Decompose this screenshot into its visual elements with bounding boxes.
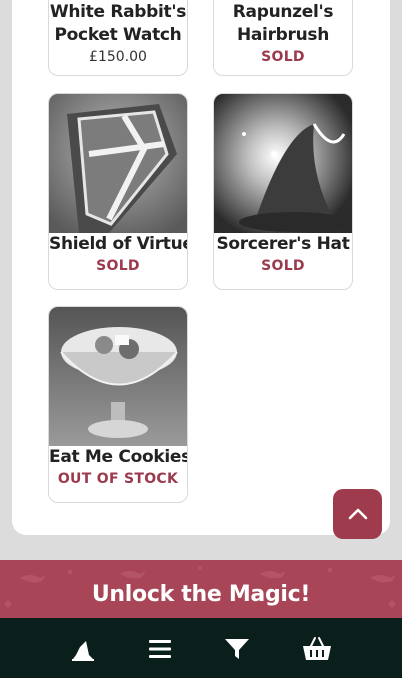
product-name: Sorcerer's Hat <box>216 234 350 254</box>
shield-image <box>49 94 187 233</box>
sold-status: SOLD <box>261 49 305 65</box>
filter-icon <box>225 639 249 659</box>
scroll-to-top-button[interactable] <box>333 489 382 539</box>
wizard-hat-icon <box>72 641 94 661</box>
product-name: Shield of Virtue <box>49 234 188 254</box>
product-card-eat-me-cookies[interactable]: Eat Me Cookies OUT OF STOCK <box>48 306 188 503</box>
product-card-pocket-watch[interactable]: White Rabbit's Pocket Watch £150.00 <box>48 0 188 76</box>
cookies-bowl-image <box>49 307 187 446</box>
basket-nav-button[interactable] <box>302 634 332 664</box>
promo-banner[interactable]: Unlock the Magic! <box>0 560 402 620</box>
product-price: £150.00 <box>89 49 147 65</box>
menu-nav-button[interactable] <box>145 634 175 664</box>
chevron-up-icon <box>348 508 367 520</box>
sold-status: SOLD <box>96 258 140 274</box>
product-card-hairbrush[interactable]: Rapunzel's Hairbrush SOLD <box>213 0 353 76</box>
sold-status: SOLD <box>261 258 305 274</box>
home-nav-button[interactable] <box>68 634 98 664</box>
banner-title: Unlock the Magic! <box>91 582 311 607</box>
product-name: Eat Me Cookies <box>49 447 188 467</box>
hat-image <box>214 94 352 233</box>
product-card-shield[interactable]: Shield of Virtue SOLD <box>48 93 188 290</box>
basket-icon <box>303 637 331 660</box>
product-card-sorcerer-hat[interactable]: Sorcerer's Hat SOLD <box>213 93 353 290</box>
filter-nav-button[interactable] <box>222 634 252 664</box>
bottom-nav-bar <box>0 618 402 678</box>
out-of-stock-status: OUT OF STOCK <box>57 471 179 487</box>
menu-icon <box>149 640 171 658</box>
product-name: Rapunzel's Hairbrush <box>232 2 334 45</box>
product-name: White Rabbit's Pocket Watch <box>49 2 187 45</box>
